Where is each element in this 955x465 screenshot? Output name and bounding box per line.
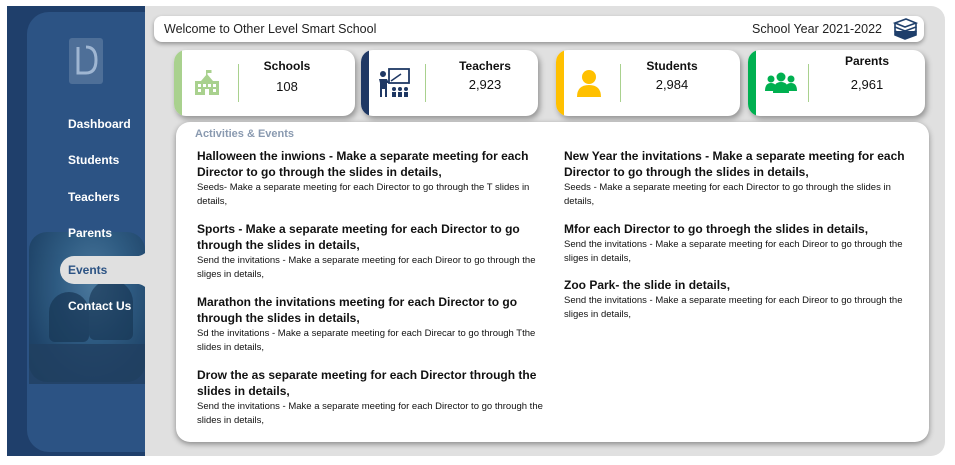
card-accent [748,50,756,116]
stat-label: Teachers [459,59,511,73]
event-title: Sports - Make a separate meeting for eac… [197,222,520,252]
header-bar: Welcome to Other Level Smart School Scho… [154,16,924,42]
welcome-text: Welcome to Other Level Smart School [164,22,377,36]
student-person-icon [572,66,606,100]
event-description: Send the invitations - Make a separate m… [197,255,536,280]
nav-item-dashboard[interactable]: Dashboard [68,117,131,131]
teacher-board-icon [377,66,411,100]
event-item: Marathon the invitations meeting for eac… [197,294,549,355]
stat-value: 2,961 [850,77,884,92]
event-item: Zoo Park- the slide in details, Send the… [564,277,916,322]
event-item: Mfor each Director to go throegh the sli… [564,221,916,266]
school-year-text: School Year 2021-2022 [752,22,882,36]
stat-value: 2,984 [655,77,689,92]
event-item: Drow the as separate meeting for each Di… [197,367,549,428]
event-title: Marathon the invitations meeting for eac… [197,295,518,325]
card-separator [808,64,809,102]
stat-label: Students [646,59,698,73]
logo [69,38,103,84]
stat-card-schools: Schools 108 [174,50,355,116]
event-title: Zoo Park- the slide in details, [564,278,731,292]
parents-group-icon [764,66,798,100]
event-title: Drow the as separate meeting for each Di… [197,368,537,398]
stat-label: Parents [844,54,890,68]
books-stack-icon [892,17,919,46]
stat-card-students: Students 2,984 [556,50,740,116]
stat-value: 108 [276,79,298,94]
event-description: Send the invitations - Make a separate m… [197,401,543,426]
stat-value: 2,923 [468,77,502,92]
event-item: New Year the invitations - Make a separa… [564,148,916,209]
nav-item-events[interactable]: Events [68,263,107,277]
school-building-icon [190,66,224,100]
event-description: Send the invitations - Make a separate m… [564,295,903,320]
nav-item-students[interactable]: Students [68,153,119,167]
nav-item-contact-us[interactable]: Contact Us [68,299,131,313]
card-accent [174,50,182,116]
event-item: Sports - Make a separate meeting for eac… [197,221,549,282]
event-title: New Year the invitations - Make a separa… [564,149,905,179]
logo-mark-icon [76,45,98,75]
stat-label: Schools [263,59,311,73]
card-separator [238,64,239,102]
event-description: Sd the invitations - Make a separate mee… [197,328,536,353]
event-description: Seeds- Make a separate meeting for each … [197,182,530,207]
activities-events-panel: Activities & Events Halloween the inwion… [176,122,929,442]
event-title: Mfor each Director to go throegh the sli… [564,222,869,236]
card-separator [425,64,426,102]
nav-item-parents[interactable]: Parents [68,226,112,240]
panel-title: Activities & Events [195,128,295,140]
card-accent [361,50,369,116]
event-title: Halloween the inwions - Make a separate … [197,149,529,179]
nav-item-teachers[interactable]: Teachers [68,190,120,204]
event-description: Seeds - Make a separate meeting for each… [564,182,891,207]
event-description: Send the invitations - Make a separate m… [564,239,903,264]
card-accent [556,50,564,116]
stat-card-teachers: Teachers 2,923 [361,50,538,116]
photo-desk [29,344,145,384]
event-item: Halloween the inwions - Make a separate … [197,148,549,209]
stat-card-parents: Parents 2,961 [748,50,925,116]
card-separator [620,64,621,102]
